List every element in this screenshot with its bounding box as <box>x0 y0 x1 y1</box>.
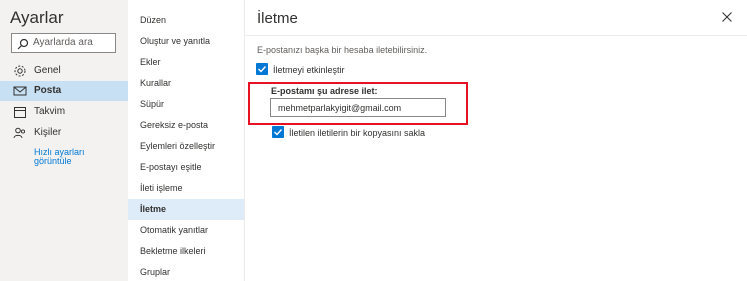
forward-address-input[interactable]: mehmetparlakyigit@gmail.com <box>270 98 446 117</box>
settings-sidebar: Ayarlar Ayarlarda ara Genel Posta Takvim… <box>0 0 128 281</box>
settings-search-input[interactable]: Ayarlarda ara <box>11 33 116 53</box>
sidebar-item-people[interactable]: Kişiler <box>0 123 128 143</box>
submenu-item-label: Gereksiz e-posta <box>140 120 209 130</box>
submenu-item-customize-actions[interactable]: Eylemleri özelleştir <box>128 136 244 157</box>
sidebar-item-mail[interactable]: Posta <box>0 81 128 101</box>
sidebar-item-label: Kişiler <box>34 127 62 138</box>
submenu-item-groups[interactable]: Gruplar <box>128 262 244 281</box>
submenu-item-attachments[interactable]: Ekler <box>128 52 244 73</box>
submenu-item-label: Eylemleri özelleştir <box>140 141 216 151</box>
search-placeholder: Ayarlarda ara <box>33 37 93 48</box>
forward-address-value: mehmetparlakyigit@gmail.com <box>278 103 402 113</box>
submenu-item-label: Oluştur ve yanıtla <box>140 36 211 46</box>
people-icon <box>13 126 27 140</box>
settings-title: Ayarlar <box>10 8 64 27</box>
checkmark-icon <box>258 66 267 73</box>
submenu-item-label: Kurallar <box>140 78 172 88</box>
search-icon <box>17 37 29 50</box>
submenu-item-rules[interactable]: Kurallar <box>128 73 244 94</box>
submenu-item-label: Düzen <box>140 15 167 25</box>
checkmark-icon <box>274 129 283 136</box>
submenu-item-junk-email[interactable]: Gereksiz e-posta <box>128 115 244 136</box>
view-quick-settings-link-line2[interactable]: görüntüle <box>34 156 72 166</box>
forwarding-description: E-postanızı başka bir hesaba iletebilirs… <box>257 45 428 55</box>
submenu-item-sync-email[interactable]: E-postayı eşitle <box>128 157 244 178</box>
submenu-item-forwarding[interactable]: İletme <box>128 199 244 220</box>
submenu-item-label: İletme <box>140 204 167 214</box>
enable-forwarding-label[interactable]: İletmeyi etkinleştir <box>273 65 345 75</box>
submenu-item-label: Gruplar <box>140 267 171 277</box>
keep-copy-label[interactable]: İletilen iletilerin bir kopyasını sakla <box>289 128 425 138</box>
submenu-item-automatic-replies[interactable]: Otomatik yanıtlar <box>128 220 244 241</box>
gear-icon <box>13 64 27 78</box>
sidebar-item-label: Genel <box>34 65 61 76</box>
submenu-item-layout[interactable]: Düzen <box>128 10 244 31</box>
page-title: İletme <box>257 10 298 27</box>
mail-settings-submenu: Düzen Oluştur ve yanıtla Ekler Kurallar … <box>128 0 245 281</box>
submenu-item-label: Bekletme ilkeleri <box>140 246 206 256</box>
sidebar-item-label: Posta <box>34 85 62 96</box>
enable-forwarding-checkbox[interactable] <box>256 63 268 75</box>
submenu-item-label: Ekler <box>140 57 161 67</box>
submenu-item-label: Süpür <box>140 99 165 109</box>
mail-icon <box>13 84 27 98</box>
calendar-icon <box>13 105 27 119</box>
keep-copy-checkbox[interactable] <box>272 126 284 138</box>
sidebar-item-general[interactable]: Genel <box>0 61 128 81</box>
submenu-item-label: E-postayı eşitle <box>140 162 202 172</box>
close-icon[interactable] <box>721 10 733 22</box>
header-divider <box>245 35 747 36</box>
submenu-item-compose[interactable]: Oluştur ve yanıtla <box>128 31 244 52</box>
submenu-item-retention-policies[interactable]: Bekletme ilkeleri <box>128 241 244 262</box>
forward-to-label: E-postamı şu adrese ilet: <box>271 86 378 96</box>
submenu-item-label: İleti işleme <box>140 183 183 193</box>
sidebar-item-label: Takvim <box>34 106 66 117</box>
submenu-item-message-handling[interactable]: İleti işleme <box>128 178 244 199</box>
submenu-item-label: Otomatik yanıtlar <box>140 225 209 235</box>
submenu-item-sweep[interactable]: Süpür <box>128 94 244 115</box>
forwarding-panel: İletme E-postanızı başka bir hesaba ilet… <box>245 0 747 281</box>
sidebar-item-calendar[interactable]: Takvim <box>0 102 128 122</box>
